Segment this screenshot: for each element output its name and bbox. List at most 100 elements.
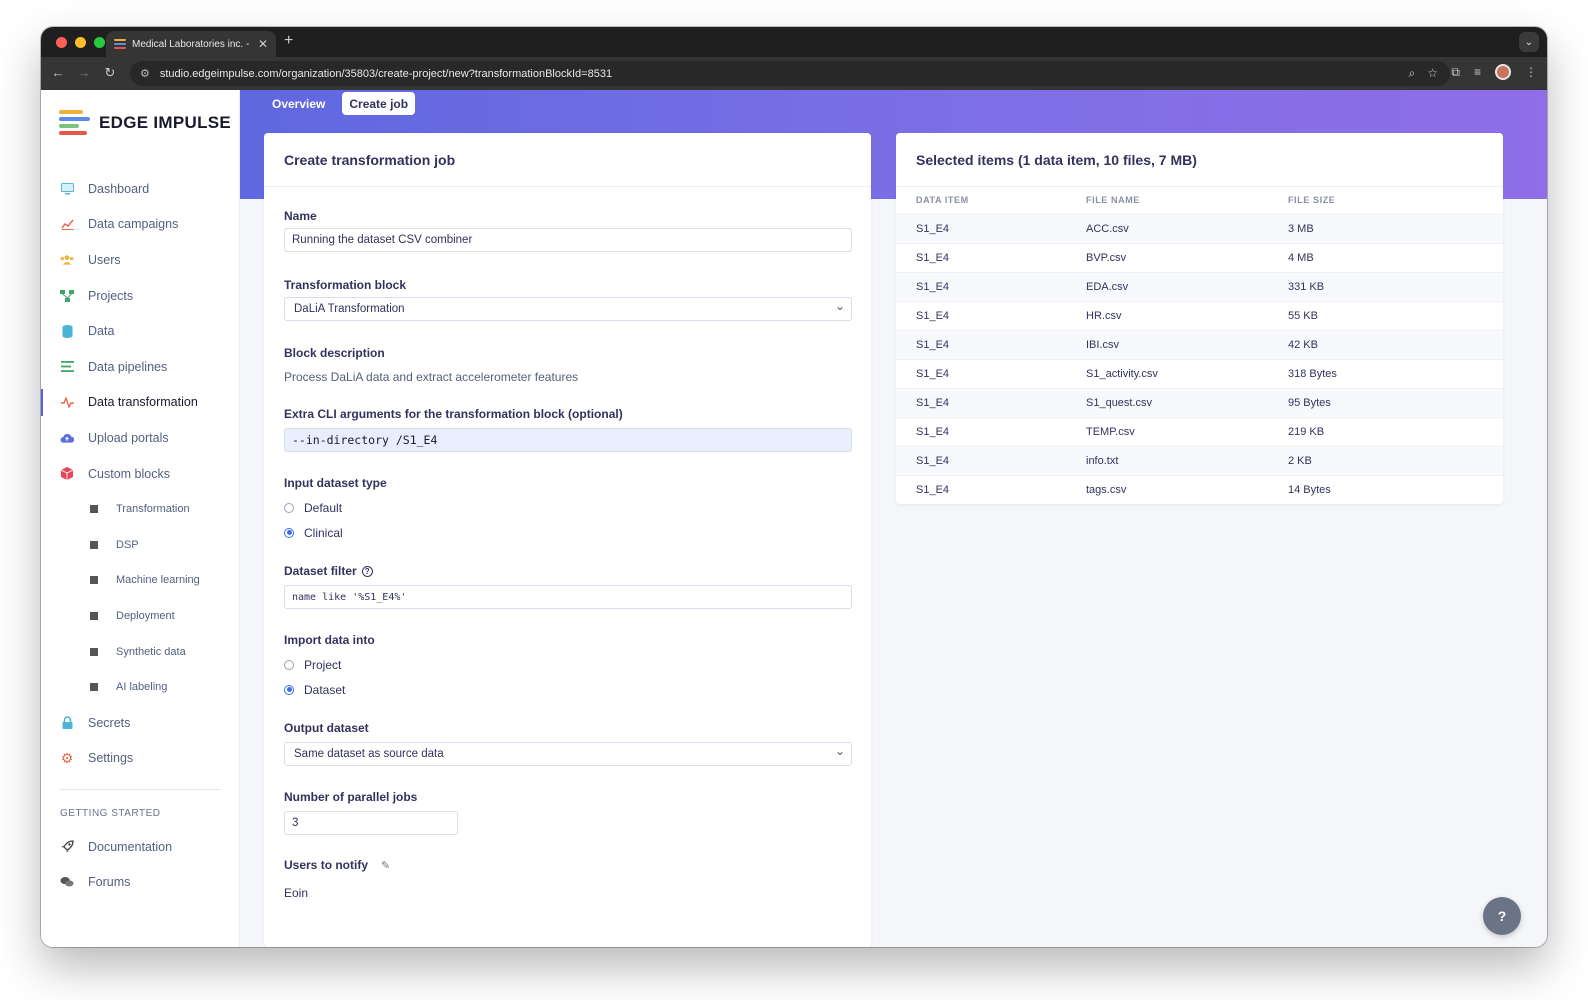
name-field-group: Name Running the dataset CSV combiner [284,209,852,252]
card-title: Create transformation job [264,133,871,187]
block-description-text: Process DaLiA data and extract accelerom… [284,370,579,384]
sidebar-item-documentation[interactable]: Documentation [41,829,240,865]
cell-data-item: S1_E4 [896,387,1086,417]
sidebar-item-data-pipelines[interactable]: Data pipelines [41,349,240,385]
bookmark-star-icon[interactable]: ☆ [1427,66,1438,81]
pencil-edit-icon[interactable]: ✎ [381,859,390,872]
sidebar-subitem-synthetic-data[interactable]: Synthetic data [41,634,240,670]
block-description-group: Block description Process DaLiA data and… [284,346,852,384]
selected-items-table: DATA ITEM FILE NAME FILE SIZE S1_E4 ACC.c… [896,187,1503,504]
radio-label: Dataset [304,682,346,697]
chart-icon [60,217,74,231]
sidebar-item-label: Projects [88,288,134,303]
radio-default[interactable] [284,502,294,513]
table-row[interactable]: S1_E4 IBI.csv 42 KB [896,329,1503,359]
sidebar-item-secrets[interactable]: Secrets [41,705,240,741]
help-button[interactable]: ? [1483,897,1521,935]
minimize-window-button[interactable] [75,37,86,48]
lock-icon [60,716,74,730]
users-to-notify-label-row: Users to notify ✎ [284,858,852,872]
sidebar-subitem-transformation[interactable]: Transformation [41,491,240,527]
parallel-jobs-group: Number of parallel jobs 3 [284,790,852,835]
app: EDGE IMPULSE Dashboard Data campaigns Us… [41,90,1547,947]
table-row[interactable]: S1_E4 HR.csv 55 KB [896,300,1503,330]
pipelines-icon [60,360,74,374]
cli-args-label: Extra CLI arguments for the transformati… [284,407,623,421]
cell-file-name: TEMP.csv [1086,416,1288,446]
sidebar-nav: Dashboard Data campaigns Users Projects … [41,171,240,776]
table-row[interactable]: S1_E4 ACC.csv 3 MB [896,213,1503,243]
cell-data-item: S1_E4 [896,416,1086,446]
name-input[interactable]: Running the dataset CSV combiner [284,228,852,252]
browser-tabstrip: Medical Laboratories inc. - C ✕ + ⌄ [41,27,1547,57]
dataset-filter-input[interactable]: name like '%S1_E4%' [284,585,852,609]
users-to-notify-label: Users to notify [284,858,369,872]
tab-overview[interactable]: Overview [265,92,332,115]
radio-label: Default [304,500,343,515]
close-window-button[interactable] [56,37,67,48]
radio-option-project[interactable]: Project [284,652,852,677]
radio-clinical[interactable] [284,527,294,538]
sidebar-item-projects[interactable]: Projects [41,278,240,314]
sidebar-subitem-dsp[interactable]: DSP [41,527,240,563]
tab-close-icon[interactable]: ✕ [258,37,268,51]
database-icon [60,324,74,338]
logo-icon [59,110,90,135]
profile-avatar[interactable] [1495,64,1511,80]
site-info-icon[interactable]: ⚙ [140,67,150,80]
browser-window: Medical Laboratories inc. - C ✕ + ⌄ ← → … [41,27,1547,947]
page-tabs: Overview Create job [265,92,416,115]
sidebar-subitem-ai-labeling[interactable]: AI labeling [41,669,240,705]
sidebar-item-data-transformation[interactable]: Data transformation [41,385,240,421]
radio-dataset[interactable] [284,684,294,695]
extensions-icon[interactable]: ⧉ [1451,65,1460,80]
table-row[interactable]: S1_E4 tags.csv 14 Bytes [896,474,1503,504]
cli-args-input[interactable]: --in-directory /S1_E4 [284,428,852,452]
sidebar-item-forums[interactable]: Forums [41,865,240,901]
tab-create-job[interactable]: Create job [342,92,416,115]
media-icon[interactable]: ≡ [1474,65,1481,79]
help-circle-icon[interactable]: ? [361,565,373,577]
sidebar-item-data-campaigns[interactable]: Data campaigns [41,207,240,243]
back-icon[interactable]: ← [45,65,71,81]
zoom-icon[interactable]: ⌕ [1409,66,1416,81]
dataset-filter-label: Dataset filter [284,564,357,578]
projects-icon [60,289,74,303]
sidebar-item-upload-portals[interactable]: Upload portals [41,420,240,456]
table-row[interactable]: S1_E4 TEMP.csv 219 KB [896,416,1503,446]
new-tab-icon[interactable]: + [284,32,293,50]
output-dataset-select[interactable]: Same dataset as source data [284,742,852,766]
transformation-block-select[interactable]: DaLiA Transformation [284,297,852,321]
table-row[interactable]: S1_E4 EDA.csv 331 KB [896,271,1503,301]
sidebar-subitem-deployment[interactable]: Deployment [41,598,240,634]
radio-option-clinical[interactable]: Clinical [284,520,852,545]
sidebar-item-users[interactable]: Users [41,242,240,278]
url-text: studio.edgeimpulse.com/organization/3580… [159,67,613,80]
sidebar-subitem-machine-learning[interactable]: Machine learning [41,563,240,599]
sidebar-item-settings[interactable]: ⚙ Settings [41,741,240,777]
cell-data-item: S1_E4 [896,213,1086,243]
tab-search-icon[interactable]: ⌄ [1519,32,1539,52]
browser-tab[interactable]: Medical Laboratories inc. - C ✕ [106,31,276,57]
cell-file-size: 219 KB [1288,416,1503,446]
table-row[interactable]: S1_E4 info.txt 2 KB [896,445,1503,475]
table-row[interactable]: S1_E4 S1_quest.csv 95 Bytes [896,387,1503,417]
logo[interactable]: EDGE IMPULSE [59,110,231,135]
address-bar[interactable]: ⚙ studio.edgeimpulse.com/organization/35… [130,61,1450,86]
parallel-jobs-input[interactable]: 3 [284,811,458,835]
menu-kebab-icon[interactable]: ⋮ [1525,65,1537,79]
radio-option-default[interactable]: Default [284,495,852,520]
sidebar-item-data[interactable]: Data [41,313,240,349]
table-row[interactable]: S1_E4 BVP.csv 4 MB [896,242,1503,272]
chat-icon [60,875,74,889]
radio-option-dataset[interactable]: Dataset [284,677,852,702]
cell-file-name: info.txt [1086,445,1288,475]
reload-icon[interactable]: ↻ [97,65,123,81]
table-row[interactable]: S1_E4 S1_activity.csv 318 Bytes [896,358,1503,388]
forward-icon[interactable]: → [71,65,97,81]
zoom-window-button[interactable] [94,37,105,48]
radio-project[interactable] [284,659,294,670]
column-header-data-item: DATA ITEM [896,187,1086,214]
sidebar-item-dashboard[interactable]: Dashboard [41,171,240,207]
sidebar-item-custom-blocks[interactable]: Custom blocks [41,456,240,492]
